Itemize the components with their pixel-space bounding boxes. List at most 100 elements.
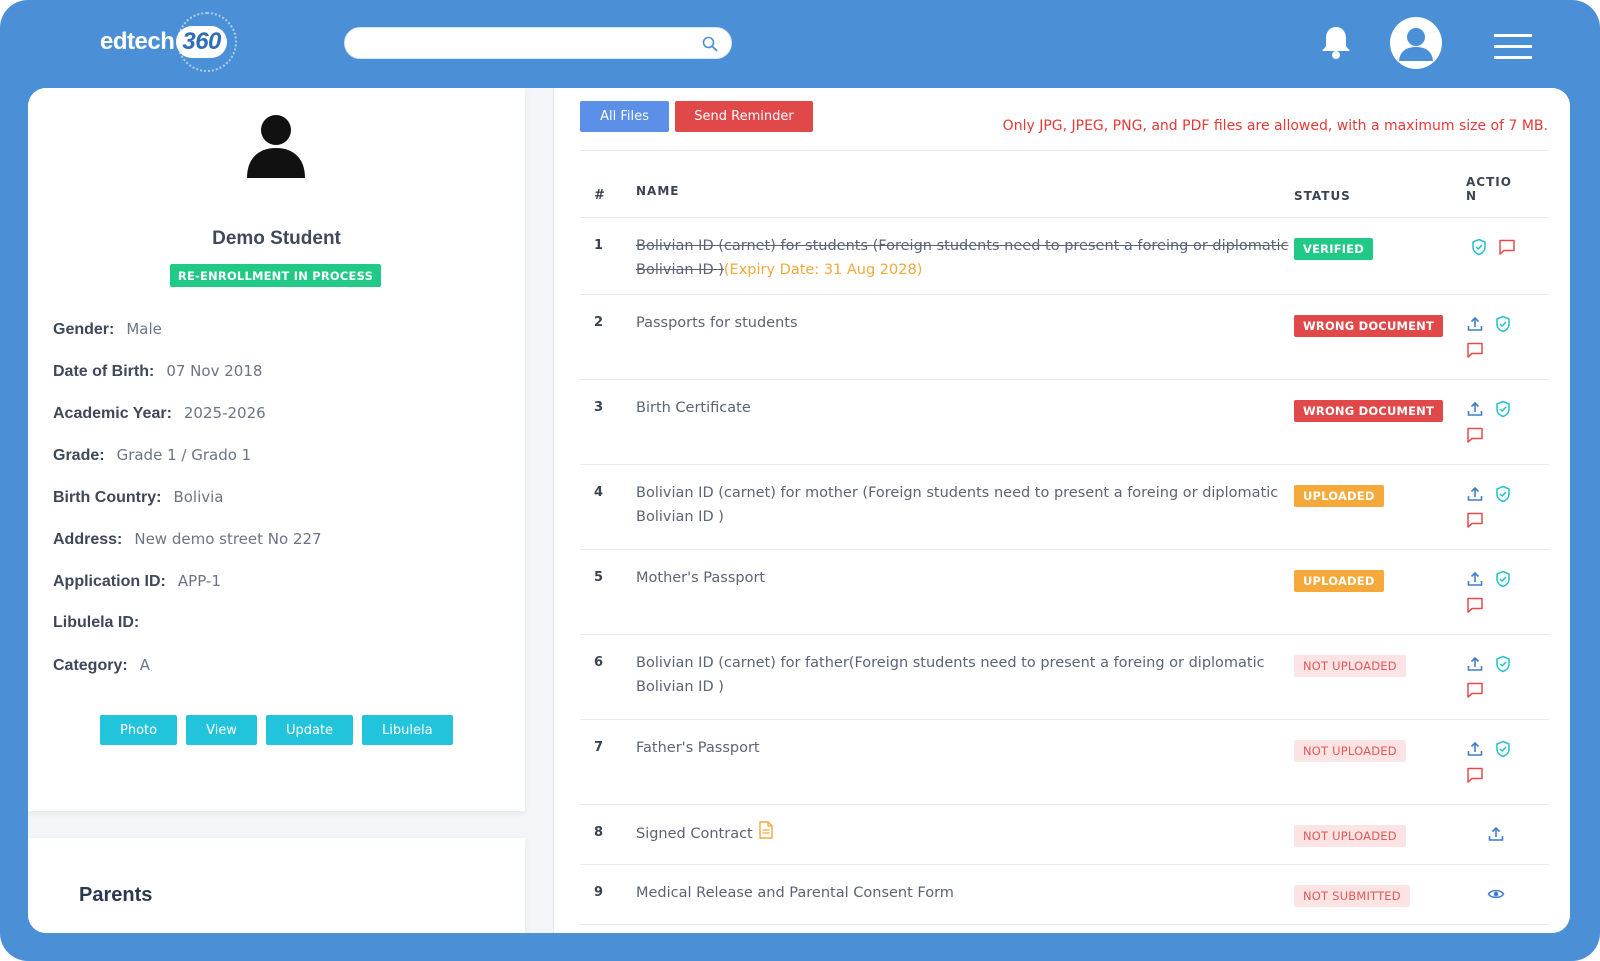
row-name: Bolivian ID (carnet) for students (Forei… (636, 217, 1294, 295)
row-name: Passports for students (636, 294, 1294, 380)
update-button[interactable]: Update (265, 715, 354, 745)
libulela-button[interactable]: Libulela (362, 715, 453, 745)
row-number: 7 (580, 719, 636, 805)
row-status: NOT SUBMITTED (1294, 864, 1466, 925)
document-name[interactable]: Bolivian ID (carnet) for father(Foreign … (636, 655, 1265, 695)
info-row-libulela-id: Libulela ID: (53, 614, 322, 656)
upload-icon[interactable] (1466, 740, 1484, 758)
file-type-notice: Only JPG, JPEG, PNG, and PDF files are a… (1002, 118, 1548, 134)
search-icon[interactable] (701, 35, 719, 57)
document-name[interactable]: Signed Contract (636, 826, 753, 842)
search-bar[interactable] (344, 27, 732, 59)
logo[interactable]: edtech 360 (100, 12, 237, 72)
parents-card: Parents (28, 838, 525, 933)
info-row-address: Address: New demo street No 227 (53, 530, 322, 572)
upload-icon[interactable] (1466, 485, 1484, 503)
info-label: Birth Country: (53, 489, 162, 506)
main-panel: Demo Student RE-ENROLLMENT IN PROCESS Ge… (28, 88, 1570, 933)
send-reminder-button[interactable]: Send Reminder (675, 101, 813, 132)
row-name: Signed Contract (636, 804, 1294, 865)
user-avatar-icon[interactable] (1390, 17, 1442, 69)
status-badge: NOT SUBMITTED (1294, 884, 1410, 907)
all-files-button[interactable]: All Files (580, 101, 669, 132)
comment-icon[interactable] (1466, 596, 1484, 614)
document-file-icon[interactable] (759, 820, 773, 847)
verify-shield-icon[interactable] (1494, 315, 1512, 333)
status-badge: NOT UPLOADED (1294, 654, 1406, 677)
row-status: NOT UPLOADED (1294, 719, 1466, 805)
document-name[interactable]: Birth Certificate (636, 400, 751, 416)
document-name[interactable]: Father's Passport (636, 740, 760, 756)
info-row-application-id: Application ID: APP-1 (53, 572, 322, 614)
document-name[interactable]: Bolivian ID (carnet) for mother (Foreign… (636, 485, 1278, 525)
photo-button[interactable]: Photo (100, 715, 178, 745)
row-actions (1466, 719, 1549, 805)
comment-icon[interactable] (1498, 238, 1516, 256)
verify-shield-icon[interactable] (1494, 485, 1512, 503)
info-value: Grade 1 / Grado 1 (116, 446, 252, 464)
hamburger-menu-icon[interactable] (1494, 34, 1532, 64)
row-name: Mother's Passport (636, 549, 1294, 635)
logo-text: edtech (100, 28, 175, 55)
status-badge: NOT UPLOADED (1294, 739, 1406, 762)
table-row: 1 Bolivian ID (carnet) for students (For… (580, 217, 1549, 295)
comment-icon[interactable] (1466, 426, 1484, 444)
status-badge: NOT UPLOADED (1294, 824, 1406, 847)
upload-icon[interactable] (1466, 570, 1484, 588)
document-name[interactable]: Medical Release and Parental Consent For… (636, 885, 954, 901)
row-number: 8 (580, 804, 636, 865)
info-row-birth-country: Birth Country: Bolivia (53, 488, 322, 530)
info-row-category: Category: A (53, 656, 322, 698)
status-badge: VERIFIED (1294, 237, 1374, 260)
status-badge: UPLOADED (1294, 569, 1384, 592)
row-actions (1466, 549, 1549, 635)
row-number: 1 (580, 217, 636, 295)
row-number: 6 (580, 634, 636, 720)
search-input[interactable] (359, 28, 699, 58)
col-name: NAME (636, 151, 1294, 218)
col-action-line2: N (1466, 188, 1478, 203)
row-number: 4 (580, 464, 636, 550)
view-button[interactable]: View (186, 715, 257, 745)
row-name: Bolivian ID (carnet) for father(Foreign … (636, 634, 1294, 720)
upload-icon[interactable] (1466, 400, 1484, 418)
comment-icon[interactable] (1466, 766, 1484, 784)
status-badge: UPLOADED (1294, 484, 1384, 507)
info-value: APP-1 (177, 572, 221, 590)
row-name: Medical Release and Parental Consent For… (636, 864, 1294, 925)
document-name[interactable]: Passports for students (636, 315, 798, 331)
view-eye-icon[interactable] (1487, 885, 1505, 903)
upload-icon[interactable] (1466, 655, 1484, 673)
table-row: 7 Father's Passport NOT UPLOADED (580, 719, 1549, 805)
document-name[interactable]: Mother's Passport (636, 570, 765, 586)
notification-bell-icon[interactable] (1320, 24, 1352, 64)
info-value: 2025-2026 (183, 404, 266, 422)
upload-icon[interactable] (1466, 315, 1484, 333)
table-row: 9 Medical Release and Parental Consent F… (580, 864, 1549, 925)
info-row-dob: Date of Birth: 07 Nov 2018 (53, 362, 322, 404)
verify-shield-icon[interactable] (1494, 740, 1512, 758)
info-row-gender: Gender: Male (53, 320, 322, 362)
row-number: 2 (580, 294, 636, 380)
col-number: # (580, 151, 636, 218)
enrollment-status-badge: RE-ENROLLMENT IN PROCESS (170, 264, 381, 287)
table-row: 4 Bolivian ID (carnet) for mother (Forei… (580, 464, 1549, 550)
verify-shield-icon[interactable] (1494, 655, 1512, 673)
row-name: Bolivian ID (carnet) for mother (Foreign… (636, 464, 1294, 550)
table-row: 5 Mother's Passport UPLOADED (580, 549, 1549, 635)
upload-icon[interactable] (1487, 825, 1505, 843)
verify-shield-icon[interactable] (1494, 570, 1512, 588)
student-profile-card: Demo Student RE-ENROLLMENT IN PROCESS Ge… (28, 88, 525, 811)
parents-title: Parents (79, 884, 153, 906)
comment-icon[interactable] (1466, 341, 1484, 359)
logo-ring-icon (176, 12, 237, 72)
table-header-row: # NAME STATUS ACTIO N (580, 151, 1549, 218)
info-value: New demo street No 227 (134, 530, 322, 548)
comment-icon[interactable] (1466, 681, 1484, 699)
row-status: WRONG DOCUMENT (1294, 379, 1466, 465)
info-value: Male (126, 320, 162, 338)
info-label: Gender: (53, 321, 115, 338)
verify-shield-icon[interactable] (1494, 400, 1512, 418)
comment-icon[interactable] (1466, 511, 1484, 529)
verify-shield-icon[interactable] (1470, 238, 1488, 256)
